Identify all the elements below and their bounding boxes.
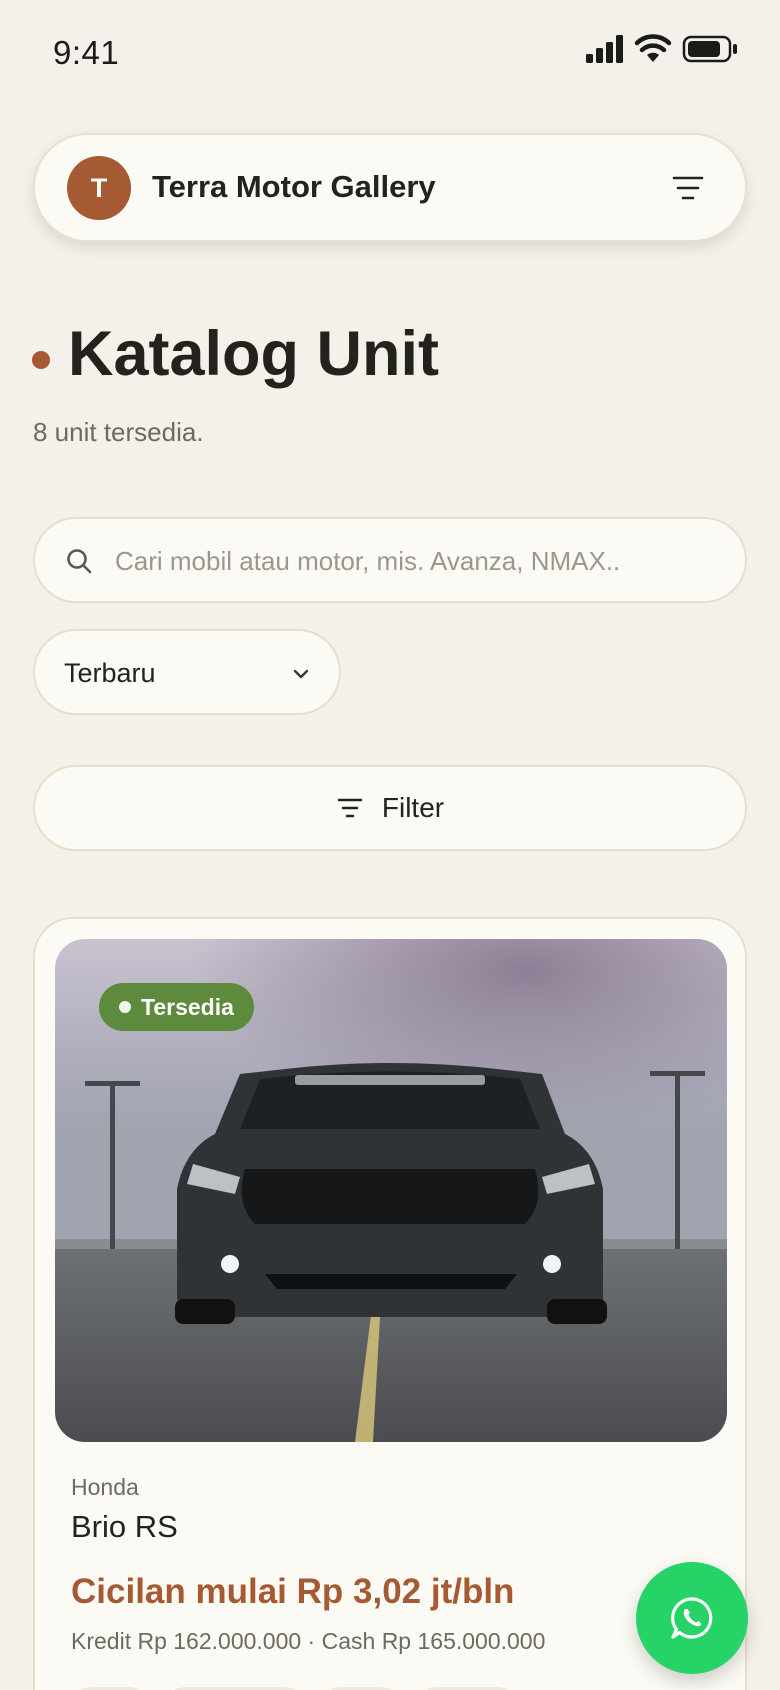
sort-selected-value: Terbaru [64, 658, 156, 688]
app-header: T Terra Motor Gallery [33, 133, 747, 242]
credit-cash-prices: Kredit Rp 162.000.000 · Cash Rp 165.000.… [71, 1628, 546, 1654]
vehicle-photo[interactable]: Tersedia [55, 939, 727, 1442]
vehicle-brand: Honda [71, 1474, 139, 1500]
installment-price: Cicilan mulai Rp 3,02 jt/bln [71, 1572, 515, 1611]
battery-icon [682, 35, 737, 63]
availability-label: Tersedia [141, 993, 234, 1020]
menu-icon[interactable] [671, 171, 705, 205]
unit-count: 8 unit tersedia. [33, 417, 204, 447]
whatsapp-button[interactable] [636, 1562, 748, 1674]
badge-dot [119, 1001, 131, 1013]
brand-name[interactable]: Terra Motor Gallery [152, 169, 436, 205]
status-bar: 9:41 [0, 0, 780, 100]
status-time: 9:41 [53, 34, 120, 71]
filter-label: Filter [381, 792, 445, 823]
availability-badge: Tersedia [99, 983, 254, 1031]
search-bar[interactable] [33, 517, 747, 603]
avatar[interactable]: T [67, 156, 131, 220]
title-accent-dot [32, 351, 50, 369]
vehicle-card[interactable]: Tersedia Honda Brio RS Cicilan mulai Rp … [33, 917, 747, 1690]
search-icon [67, 549, 92, 574]
wifi-icon [634, 34, 672, 62]
filter-icon [337, 798, 363, 818]
page-title: Katalog Unit [68, 319, 439, 389]
search-input[interactable] [115, 539, 725, 583]
filter-button[interactable]: Filter [33, 765, 747, 851]
sort-select[interactable]: Terbaru [33, 629, 341, 715]
chevron-down-icon [293, 669, 309, 679]
vehicle-model[interactable]: Brio RS [71, 1509, 178, 1545]
status-icons [586, 34, 738, 64]
signal-icon [586, 35, 623, 63]
whatsapp-icon [671, 1597, 713, 1639]
